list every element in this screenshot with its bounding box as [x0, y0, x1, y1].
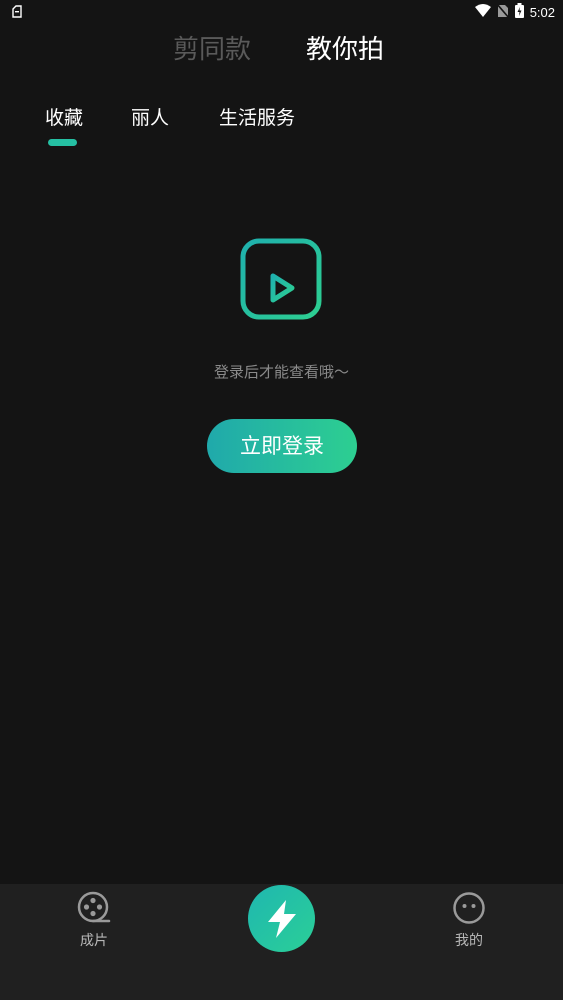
nav-label-videos: 成片: [80, 933, 108, 949]
notification-icon: [10, 4, 24, 23]
sub-tab-bar: 收藏 丽人 生活服务: [0, 104, 563, 154]
battery-charging-icon: [514, 3, 524, 22]
tab-shooting-tutorials[interactable]: 教你拍: [306, 30, 384, 70]
no-sim-icon: [496, 3, 510, 22]
sub-tab-beauty[interactable]: 丽人: [131, 104, 169, 132]
sub-tab-life-services[interactable]: 生活服务: [219, 104, 295, 132]
status-icons: 5:02: [474, 3, 555, 22]
nav-label-profile: 我的: [455, 933, 483, 949]
video-box-icon: [240, 238, 322, 320]
nav-item-profile[interactable]: 我的: [429, 884, 509, 950]
nav-item-videos[interactable]: 成片: [54, 884, 134, 950]
face-icon: [452, 891, 486, 925]
tab-template-clips[interactable]: 剪同款: [173, 30, 251, 70]
lightning-icon: [268, 900, 296, 938]
login-prompt-text: 登录后才能查看哦～: [213, 363, 349, 381]
status-bar: 5:02: [0, 0, 563, 24]
film-reel-icon: [77, 891, 111, 925]
top-tab-bar: 剪同款 教你拍: [0, 30, 563, 74]
active-tab-indicator: [48, 139, 77, 146]
status-time: 5:02: [529, 5, 555, 20]
wifi-icon: [474, 3, 491, 22]
create-button[interactable]: [248, 885, 315, 952]
sub-tab-favorites[interactable]: 收藏: [45, 104, 83, 132]
login-button[interactable]: 立即登录: [207, 419, 357, 473]
